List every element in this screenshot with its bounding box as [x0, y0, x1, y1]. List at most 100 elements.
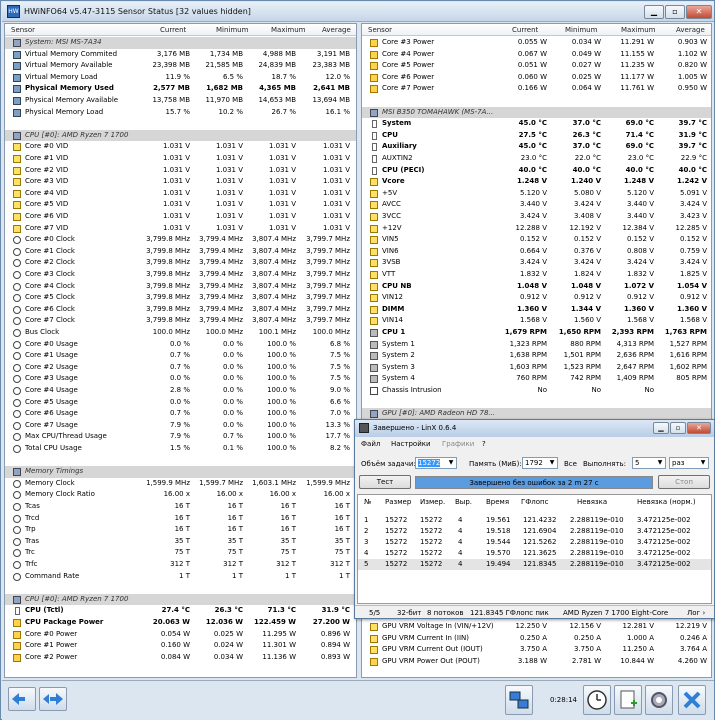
table-row[interactable]: 4 15272 15272 4 19.570 121.3625 2.288119e-010 3…	[358, 548, 711, 559]
sensor-row[interactable]: Auxiliary 45.0 °C 37.0 °C 69.0 °C 39.7 °C	[362, 141, 711, 153]
table-row[interactable]: 3 15272 15272 4 19.544 121.5262 2.288119e-010 3…	[358, 537, 711, 548]
add-report-button[interactable]	[614, 685, 642, 715]
sensor-group-header[interactable]: Memory Timings	[5, 466, 356, 478]
menu-file[interactable]: Файл	[361, 440, 380, 448]
sensor-row[interactable]: Core #3 Clock 3,799.8 MHz 3,799.4 MHz 3,807…	[5, 269, 356, 281]
sensor-row[interactable]: System 2 1,638 RPM 1,501 RPM 2,636 RPM 1,616…	[362, 350, 711, 362]
sensor-row[interactable]: Core #7 Usage 7.9 % 0.0 % 100.0 % 13.3 %	[5, 420, 356, 432]
col-average[interactable]: Average	[322, 26, 351, 34]
sensor-row[interactable]: AUXTIN2 23.0 °C 22.0 °C 23.0 °C 22.9 °C	[362, 153, 711, 165]
sensor-row[interactable]: System 4 760 RPM 742 RPM 1,409 RPM 805 RPM	[362, 373, 711, 385]
sensor-row[interactable]: Memory Clock Ratio 16.00 x 16.00 x 16.00 x 1…	[5, 489, 356, 501]
run-count-stepper[interactable]: 5 ▼	[632, 457, 666, 469]
sensor-row[interactable]: Core #3 Power 0.055 W 0.034 W 11.291 W 0.903…	[362, 37, 711, 49]
log-button[interactable]: Лог ›	[687, 609, 705, 617]
col-average[interactable]: Average	[676, 26, 705, 34]
sensor-row[interactable]: Core #6 Usage 0.7 % 0.0 % 100.0 % 7.0 %	[5, 408, 356, 420]
sensor-row[interactable]: Core #6 VID 1.031 V 1.031 V 1.031 V 1.031 V	[5, 211, 356, 223]
sensor-row[interactable]: Core #0 VID 1.031 V 1.031 V 1.031 V 1.031 V	[5, 141, 356, 153]
sensor-row[interactable]: 3VCC 3.424 V 3.408 V 3.440 V 3.423 V	[362, 211, 711, 223]
sensor-row[interactable]: Trfc 312 T 312 T 312 T 312 T	[5, 559, 356, 571]
col-maximum[interactable]: Maximum	[621, 26, 656, 34]
column-header-left[interactable]: Sensor Current Minimum Maximum Average	[5, 24, 356, 36]
arrows-right-left-button[interactable]	[39, 687, 67, 711]
sensor-group-header[interactable]: MSI B350 TOMAHAWK (MS-7A...	[362, 106, 711, 119]
sensor-row[interactable]: System 1 1,323 RPM 880 RPM 4,313 RPM 1,527 R…	[362, 339, 711, 351]
sensor-row[interactable]: Core #1 Usage 0.7 % 0.0 % 100.0 % 7.5 %	[5, 350, 356, 362]
sensor-row[interactable]: Core #6 Clock 3,799.8 MHz 3,799.4 MHz 3,807…	[5, 304, 356, 316]
sensor-row[interactable]: Bus Clock 100.0 MHz 100.0 MHz 100.1 MHz 100.…	[5, 327, 356, 339]
menu-help[interactable]: ?	[482, 440, 486, 448]
sensor-row[interactable]: Memory Clock 1,599.9 MHz 1,599.7 MHz 1,603.…	[5, 478, 356, 490]
test-button[interactable]: Тест	[359, 475, 411, 489]
sensor-row[interactable]: Core #0 Power 0.054 W 0.025 W 11.295 W 0.896…	[5, 629, 356, 641]
stop-button[interactable]: Стоп	[658, 475, 710, 489]
arrows-left-right-button[interactable]	[8, 687, 36, 711]
sensor-group-header[interactable]: System: MSI MS-7A34	[5, 37, 356, 49]
sensor-row[interactable]: Trp 16 T 16 T 16 T 16 T	[5, 524, 356, 536]
results-header[interactable]: Невязка (норм.)	[637, 498, 696, 506]
sensor-row[interactable]: Core #3 Usage 0.0 % 0.0 % 100.0 % 7.5 %	[5, 373, 356, 385]
sensor-row[interactable]: AVCC 3.440 V 3.424 V 3.440 V 3.424 V	[362, 199, 711, 211]
minimize-button[interactable]: ▁	[644, 5, 664, 19]
sensor-row[interactable]: DIMM 1.360 V 1.344 V 1.360 V 1.360 V	[362, 304, 711, 316]
results-header[interactable]: Измер.	[420, 498, 445, 506]
linx-minimize-button[interactable]: ▁	[653, 422, 669, 434]
results-header[interactable]: №	[364, 498, 371, 506]
col-minimum[interactable]: Minimum	[216, 26, 248, 34]
close-button[interactable]: ✕	[686, 5, 712, 19]
sensor-row[interactable]: Core #1 Clock 3,799.8 MHz 3,799.4 MHz 3,807…	[5, 246, 356, 258]
sensor-row[interactable]: Physical Memory Load 15.7 % 10.2 % 26.7 % 16…	[5, 107, 356, 119]
sensor-row[interactable]: Core #7 Clock 3,799.8 MHz 3,799.4 MHz 3,807…	[5, 315, 356, 327]
sensor-row[interactable]: Core #2 Power 0.084 W 0.034 W 11.136 W 0.893…	[5, 652, 356, 664]
sensor-row[interactable]: Tras 35 T 35 T 35 T 35 T	[5, 536, 356, 548]
sensor-row[interactable]: VIN12 0.912 V 0.912 V 0.912 V 0.912 V	[362, 292, 711, 304]
sensor-row[interactable]: CPU 27.5 °C 26.3 °C 71.4 °C 31.9 °C	[362, 130, 711, 142]
sensor-group-header[interactable]: CPU [#0]: AMD Ryzen 7 1700	[5, 593, 356, 606]
sensor-row[interactable]: Chassis Intrusion No No No	[362, 385, 711, 397]
sensor-row[interactable]: Core #1 VID 1.031 V 1.031 V 1.031 V 1.031 V	[5, 153, 356, 165]
col-sensor[interactable]: Sensor	[11, 26, 35, 34]
problem-size-select[interactable]: 15272 ▼	[415, 457, 457, 469]
table-row[interactable]: 2 15272 15272 4 19.518 121.6904 2.288119e-010 3…	[358, 526, 711, 537]
network-button[interactable]	[505, 685, 533, 715]
sensor-row[interactable]: Core #4 Usage 2.8 % 0.0 % 100.0 % 9.0 %	[5, 385, 356, 397]
sensor-row[interactable]: Core #0 Clock 3,799.8 MHz 3,799.4 MHz 3,807…	[5, 234, 356, 246]
sensor-row[interactable]: CPU (PECI) 40.0 °C 40.0 °C 40.0 °C 40.0 °C	[362, 165, 711, 177]
sensor-row[interactable]: Core #5 Clock 3,799.8 MHz 3,799.4 MHz 3,807…	[5, 292, 356, 304]
sensor-row[interactable]: Core #2 Clock 3,799.8 MHz 3,799.4 MHz 3,807…	[5, 257, 356, 269]
sensor-row[interactable]: Core #6 Power 0.060 W 0.025 W 11.177 W 1.005…	[362, 72, 711, 84]
column-header-right[interactable]: Sensor Current Minimum Maximum Average	[362, 24, 711, 36]
sensor-row[interactable]: Core #7 Power 0.166 W 0.064 W 11.761 W 0.950…	[362, 83, 711, 95]
results-header[interactable]: Выр.	[455, 498, 472, 506]
sensor-row[interactable]: Core #5 Usage 0.0 % 0.0 % 100.0 % 6.6 %	[5, 397, 356, 409]
col-maximum[interactable]: Maximum	[271, 26, 306, 34]
sensor-row[interactable]: Trc 75 T 75 T 75 T 75 T	[5, 547, 356, 559]
results-header[interactable]: Размер	[385, 498, 411, 506]
sensor-row[interactable]: Core #4 Clock 3,799.8 MHz 3,799.4 MHz 3,807…	[5, 281, 356, 293]
sensor-row[interactable]: Core #5 Power 0.051 W 0.027 W 11.235 W 0.820…	[362, 60, 711, 72]
sensor-row[interactable]: Core #2 Usage 0.7 % 0.0 % 100.0 % 7.5 %	[5, 362, 356, 374]
results-header[interactable]: Невязка	[577, 498, 607, 506]
sensor-row[interactable]: +5V 5.120 V 5.080 V 5.120 V 5.091 V	[362, 188, 711, 200]
sensor-row[interactable]: System 3 1,603 RPM 1,523 RPM 2,647 RPM 1,602…	[362, 362, 711, 374]
sensor-row[interactable]: Total CPU Usage 1.5 % 0.1 % 100.0 % 8.2 %	[5, 443, 356, 455]
sensor-row[interactable]: Virtual Memory Commited 3,176 MB 1,734 MB 4…	[5, 49, 356, 61]
menu-graphs[interactable]: Графики	[442, 440, 474, 448]
sensor-row[interactable]: VIN6 0.664 V 0.376 V 0.808 V 0.759 V	[362, 246, 711, 258]
sensor-row[interactable]: Physical Memory Used 2,577 MB 1,682 MB 4,36…	[5, 83, 356, 95]
sensor-row[interactable]: VIN5 0.152 V 0.152 V 0.152 V 0.152 V	[362, 234, 711, 246]
clock-button[interactable]	[583, 685, 611, 715]
sensor-row[interactable]: Tcas 16 T 16 T 16 T 16 T	[5, 501, 356, 513]
sensor-row[interactable]: +12V 12.288 V 12.192 V 12.384 V 12.285 V	[362, 223, 711, 235]
sensor-row[interactable]: Vcore 1.248 V 1.240 V 1.248 V 1.242 V	[362, 176, 711, 188]
sensor-row[interactable]: Trcd 16 T 16 T 16 T 16 T	[5, 513, 356, 525]
maximize-button[interactable]: ▫	[665, 5, 685, 19]
table-row[interactable]: 5 15272 15272 4 19.494 121.8345 2.288119e-010 3…	[358, 559, 711, 570]
sensor-row[interactable]: CPU (Tctl) 27.4 °C 26.3 °C 71.3 °C 31.9 °C	[5, 605, 356, 617]
sensor-row[interactable]: VIN14 1.568 V 1.560 V 1.568 V 1.568 V	[362, 315, 711, 327]
sensor-row[interactable]: Virtual Memory Available 23,398 MB 21,585 …	[5, 60, 356, 72]
col-minimum[interactable]: Minimum	[565, 26, 597, 34]
memory-select[interactable]: 1792 ▼	[522, 457, 558, 469]
menu-settings[interactable]: Настройки	[391, 440, 431, 448]
